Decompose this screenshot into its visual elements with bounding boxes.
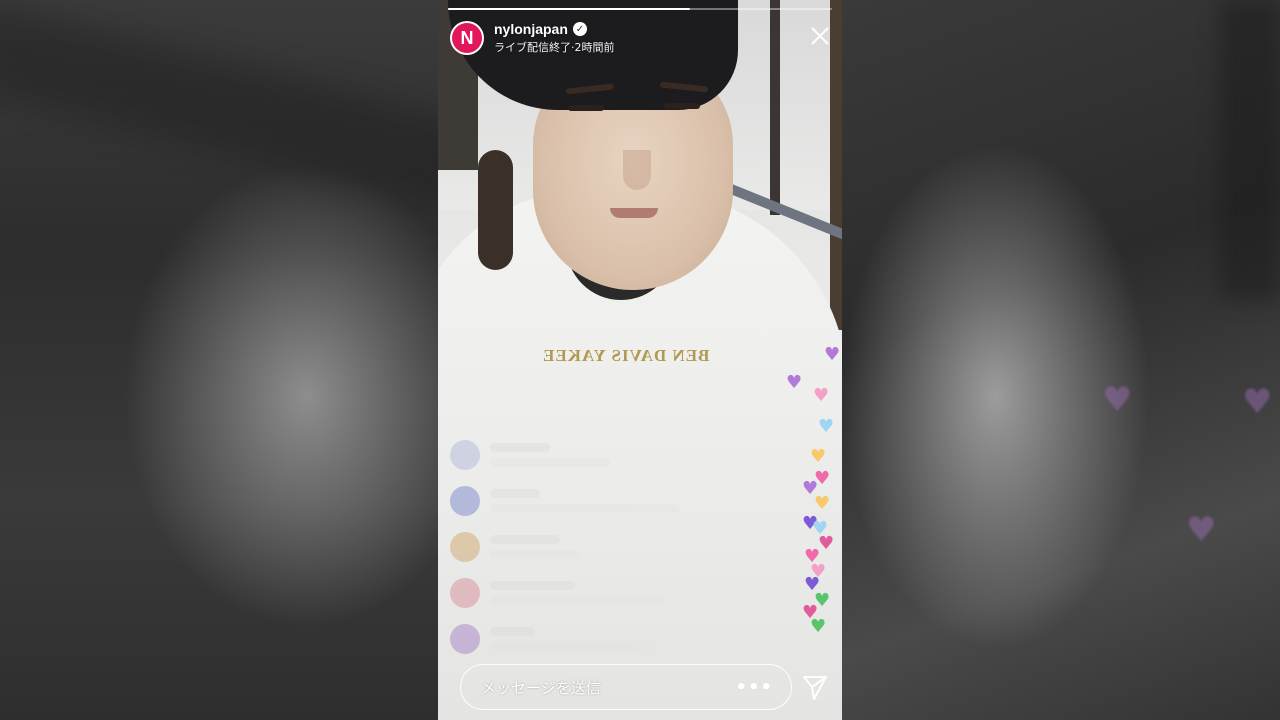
scene-post — [830, 0, 842, 330]
scene-door-post — [770, 0, 780, 215]
comment-item — [450, 524, 720, 570]
person-mouth — [610, 208, 658, 218]
header-text: nylonjapan ✓ ライブ配信終了·2時間前 — [494, 21, 615, 55]
story-viewer[interactable]: BEN DAVIS YAKEE N nylonjapan ✓ ライブ配信終了·2… — [438, 0, 842, 720]
heart-icon: ♥ — [818, 533, 835, 554]
send-button[interactable] — [800, 672, 830, 702]
close-icon — [811, 27, 829, 45]
blurred-background-left — [0, 0, 438, 720]
username-row: nylonjapan ✓ — [494, 21, 615, 37]
brand-logo-icon: N — [452, 23, 482, 53]
person-hair — [478, 150, 513, 270]
message-input[interactable]: メッセージを送信 ••• — [460, 664, 792, 710]
story-header: N nylonjapan ✓ ライブ配信終了·2時間前 — [450, 18, 615, 58]
person-eye — [664, 103, 700, 109]
background-shadow — [0, 0, 438, 212]
blurred-background-right: ♥ ♥ ♥ — [842, 0, 1280, 720]
live-status-text: ライブ配信終了·2時間前 — [494, 41, 615, 54]
more-options-button[interactable]: ••• — [735, 677, 773, 698]
heart-icon: ♥ — [813, 385, 830, 406]
person-eye — [568, 105, 604, 111]
ghost-heart-icon: ♥ — [1186, 510, 1217, 550]
comment-avatar — [450, 532, 480, 562]
comment-avatar — [450, 578, 480, 608]
ghost-heart-icon: ♥ — [1242, 382, 1273, 422]
heart-icon: ♥ — [810, 446, 827, 467]
comment-item — [450, 432, 720, 478]
verified-badge-icon: ✓ — [572, 22, 587, 36]
ghost-heart-icon: ♥ — [1102, 380, 1133, 420]
close-button[interactable] — [808, 24, 832, 48]
comment-avatar — [450, 486, 480, 516]
story-progress-fill — [448, 8, 690, 10]
heart-icon: ♥ — [786, 372, 803, 393]
heart-icon: ♥ — [824, 344, 841, 365]
story-progress-bar — [448, 8, 832, 10]
heart-icon: ♥ — [814, 493, 831, 514]
hoodie-print: BEN DAVIS YAKEE — [542, 346, 710, 365]
background-pillar — [1220, 0, 1280, 300]
live-comments — [450, 432, 720, 662]
message-placeholder: メッセージを送信 — [481, 678, 601, 697]
person-nose — [623, 150, 651, 190]
heart-icon: ♥ — [810, 616, 827, 637]
comment-avatar — [450, 440, 480, 470]
username[interactable]: nylonjapan — [494, 21, 568, 37]
comment-item — [450, 478, 720, 524]
comment-item — [450, 616, 720, 662]
avatar[interactable]: N — [450, 21, 484, 55]
comment-item — [450, 570, 720, 616]
heart-icon: ♥ — [818, 416, 835, 437]
paper-plane-icon — [803, 676, 827, 700]
comment-avatar — [450, 624, 480, 654]
